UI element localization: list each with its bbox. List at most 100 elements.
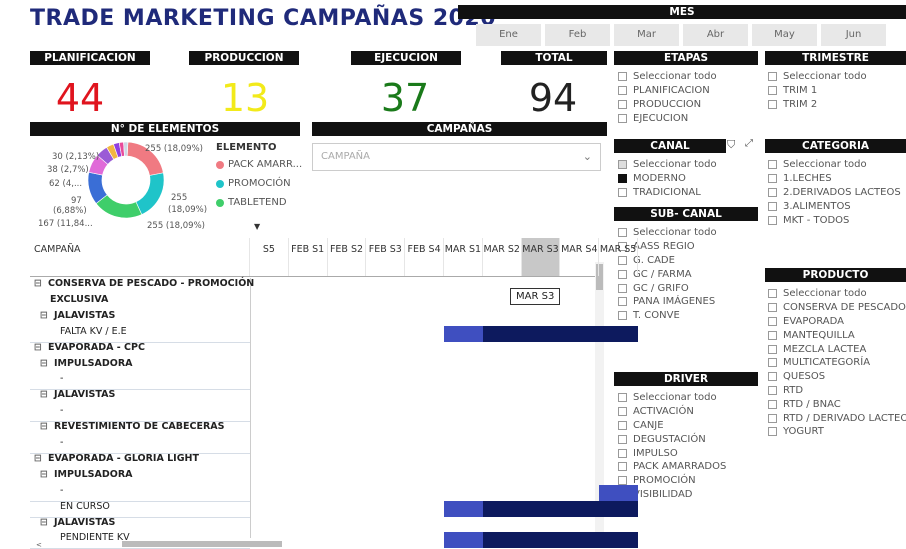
checkbox[interactable] xyxy=(768,174,777,184)
collapse-icon[interactable]: ⊟ xyxy=(40,389,48,400)
checkbox[interactable] xyxy=(618,462,627,472)
trimestre-option[interactable]: TRIM 1 xyxy=(768,84,867,98)
etapas-option[interactable]: EJECUCION xyxy=(618,111,717,125)
checkbox[interactable] xyxy=(768,201,777,211)
checkbox[interactable] xyxy=(618,393,627,403)
checkbox[interactable] xyxy=(618,297,627,307)
producto-option[interactable]: QUESOS xyxy=(768,370,906,384)
gantt-cell[interactable] xyxy=(482,500,638,517)
month-abr[interactable]: Abr xyxy=(683,24,748,46)
checkbox[interactable] xyxy=(618,72,627,82)
matrix-row-label[interactable]: - xyxy=(60,485,63,496)
checkbox[interactable] xyxy=(618,311,627,321)
subcanal-option[interactable]: T. CONVE xyxy=(618,309,717,323)
gantt-cell[interactable] xyxy=(482,325,638,342)
producto-option[interactable]: MEZCLA LACTEA xyxy=(768,342,906,356)
legend-scroll-down-icon[interactable]: ▼ xyxy=(254,222,260,231)
gantt-cell[interactable] xyxy=(444,500,483,517)
filter-icon[interactable]: ⛉ xyxy=(727,138,735,152)
checkbox[interactable] xyxy=(768,385,777,395)
trimestre-option[interactable]: Seleccionar todo xyxy=(768,70,867,84)
matrix-column-header[interactable]: S5 xyxy=(250,238,289,276)
checkbox[interactable] xyxy=(618,113,627,123)
donut-slice[interactable] xyxy=(135,172,165,215)
checkbox[interactable] xyxy=(768,330,777,340)
gantt-cell[interactable] xyxy=(482,532,638,549)
matrix-column-header[interactable]: FEB S4 xyxy=(405,238,444,276)
producto-option[interactable]: RTD xyxy=(768,384,906,398)
legend-item[interactable]: TABLETEND xyxy=(216,193,302,212)
month-jun[interactable]: Jun xyxy=(821,24,886,46)
checkbox[interactable] xyxy=(618,283,627,293)
checkbox[interactable] xyxy=(618,187,627,197)
matrix-row-label[interactable]: ⊟ IMPULSADORA xyxy=(40,469,133,480)
collapse-icon[interactable]: ⊟ xyxy=(34,453,42,464)
checkbox[interactable] xyxy=(768,413,777,423)
categoria-option[interactable]: 2.DERIVADOS LACTEOS xyxy=(768,186,901,200)
matrix-column-header[interactable]: MAR S3 xyxy=(521,238,561,276)
producto-option[interactable]: RTD / DERIVADO LACTEOS xyxy=(768,411,906,425)
checkbox[interactable] xyxy=(768,215,777,225)
matrix-row-label[interactable]: FALTA KV / E.E xyxy=(60,326,127,337)
checkbox[interactable] xyxy=(768,160,777,170)
matrix-column-header[interactable]: MAR S4 xyxy=(560,238,600,276)
checkbox[interactable] xyxy=(618,86,627,96)
collapse-icon[interactable]: ⊟ xyxy=(40,421,48,432)
producto-option[interactable]: CONSERVA DE PESCADO xyxy=(768,301,906,315)
matrix-row-label[interactable]: ⊟ CONSERVA DE PESCADO - PROMOCIÓN xyxy=(34,278,254,289)
month-may[interactable]: May xyxy=(752,24,817,46)
checkbox[interactable] xyxy=(768,289,777,299)
matrix-row-header[interactable]: CAMPAÑA xyxy=(30,238,250,276)
producto-option[interactable]: MULTICATEGORÍA xyxy=(768,356,906,370)
categoria-option[interactable]: 1.LECHES xyxy=(768,172,901,186)
producto-option[interactable]: Seleccionar todo xyxy=(768,287,906,301)
checkbox[interactable] xyxy=(768,303,777,313)
collapse-icon[interactable]: ⊟ xyxy=(34,342,42,353)
checkbox[interactable] xyxy=(618,420,627,430)
canal-option[interactable]: Seleccionar todo xyxy=(618,158,717,172)
checkbox[interactable] xyxy=(618,228,627,238)
checkbox[interactable] xyxy=(768,316,777,326)
trimestre-option[interactable]: TRIM 2 xyxy=(768,98,867,112)
driver-option[interactable]: ACTIVACIÓN xyxy=(618,405,726,419)
checkbox[interactable] xyxy=(768,399,777,409)
legend-item[interactable]: PACK AMARR... xyxy=(216,155,302,174)
gantt-cell[interactable] xyxy=(599,484,638,501)
subcanal-option[interactable]: PANA IMÁGENES xyxy=(618,295,717,309)
checkbox[interactable] xyxy=(618,174,627,184)
collapse-icon[interactable]: ⊟ xyxy=(40,517,48,528)
scroll-left-icon[interactable]: < xyxy=(36,542,42,549)
checkbox[interactable] xyxy=(768,72,777,82)
matrix-column-header[interactable]: FEB S3 xyxy=(366,238,406,276)
checkbox[interactable] xyxy=(618,434,627,444)
matrix-row-label[interactable]: EXCLUSIVA xyxy=(34,294,108,305)
matrix-row-label[interactable]: - xyxy=(60,373,63,384)
etapas-option[interactable]: Seleccionar todo xyxy=(618,70,717,84)
driver-option[interactable]: PACK AMARRADOS xyxy=(618,460,726,474)
categoria-option[interactable]: 3.ALIMENTOS xyxy=(768,199,901,213)
producto-option[interactable]: YOGURT xyxy=(768,425,906,439)
driver-option[interactable]: CANJE xyxy=(618,419,726,433)
categoria-option[interactable]: Seleccionar todo xyxy=(768,158,901,172)
focus-mode-icon[interactable]: ⤢ xyxy=(745,138,753,149)
driver-option[interactable]: IMPULSO xyxy=(618,446,726,460)
producto-option[interactable]: EVAPORADA xyxy=(768,315,906,329)
donut-slice[interactable] xyxy=(123,141,129,157)
canal-option[interactable]: MODERNO xyxy=(618,172,717,186)
checkbox[interactable] xyxy=(618,407,627,417)
subcanal-option[interactable]: GC / GRIFO xyxy=(618,281,717,295)
etapas-option[interactable]: PRODUCCION xyxy=(618,98,717,112)
month-feb[interactable]: Feb xyxy=(545,24,610,46)
horizontal-scrollbar-thumb[interactable] xyxy=(122,541,282,547)
matrix-column-header[interactable]: FEB S1 xyxy=(289,238,328,276)
matrix-column-header[interactable]: MAR S1 xyxy=(444,238,483,276)
checkbox[interactable] xyxy=(618,448,627,458)
matrix-row-label[interactable]: PENDIENTE KV xyxy=(60,532,130,543)
etapas-option[interactable]: PLANIFICACION xyxy=(618,84,717,98)
matrix-row-label[interactable]: EN CURSO xyxy=(60,501,110,512)
driver-option[interactable]: Seleccionar todo xyxy=(618,391,726,405)
checkbox[interactable] xyxy=(768,99,777,109)
month-ene[interactable]: Ene xyxy=(476,24,541,46)
checkbox[interactable] xyxy=(768,86,777,96)
checkbox[interactable] xyxy=(618,160,627,170)
